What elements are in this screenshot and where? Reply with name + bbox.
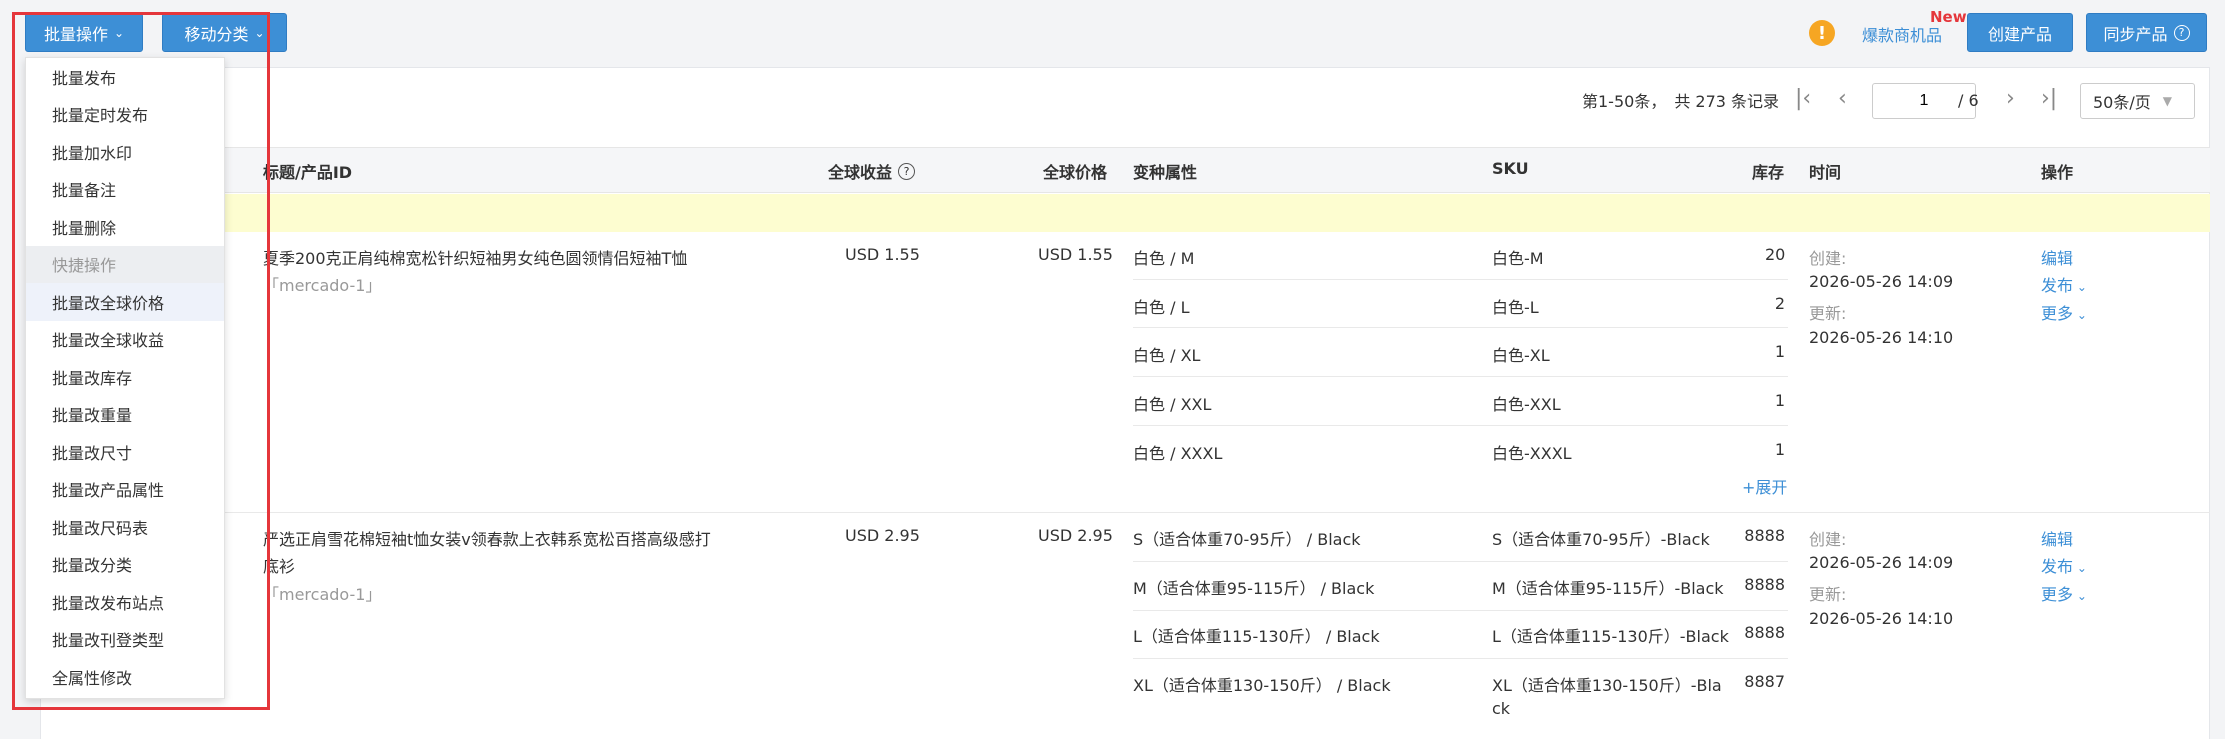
variant-attr: S（适合体重70-95斤） / Black [1133,530,1361,549]
highlight-box [12,12,270,710]
variant-divider [1133,425,1788,426]
sync-product-button[interactable]: 同步产品 ? [2086,13,2207,52]
updated-time: 2026-05-26 14:10 [1809,328,1954,347]
publish-dropdown[interactable]: 发布 ⌄ [2041,272,2087,296]
chevron-down-icon: ⌄ [2073,561,2087,575]
variant-sku: 白色-XXXL [1492,444,1572,463]
col-global-price: 全球价格 [1043,163,1108,182]
updated-time: 2026-05-26 14:10 [1809,609,1954,628]
more-label: 更多 [2041,304,2074,323]
edit-link[interactable]: 编辑 [2041,526,2073,550]
notice-row [40,194,2210,232]
new-badge: New [1930,8,1967,26]
col-actions: 操作 [2041,163,2074,182]
row-divider [40,512,2210,513]
product-store: 「mercado-1」 [263,276,382,295]
variant-stock: 1 [1774,391,1785,410]
variant-attr: M（适合体重95-115斤） / Black [1133,579,1375,598]
created-label: 创建: [1809,249,1847,268]
col-global-profit-label: 全球收益 [828,163,893,182]
total-pages: / 6 [1958,90,1979,110]
pager-range-text: 第1-50条， [1582,92,1667,111]
sync-product-label: 同步产品 [2103,24,2168,44]
caret-down-icon: ▼ [2162,94,2172,108]
variant-attr: 白色 / M [1133,249,1195,268]
help-icon: ? [2173,24,2190,41]
expand-variants-link[interactable]: +展开 [1742,474,1787,498]
page-size-value: 50条/页 [2093,93,2151,112]
col-time: 时间 [1809,163,1842,182]
variant-divider [1133,561,1788,562]
publish-label: 发布 [2041,557,2074,576]
first-page-icon[interactable]: |‹ [1795,86,1811,111]
prev-page-icon[interactable]: ‹ [1838,86,1847,111]
product-title[interactable]: 夏季200克正肩纯棉宽松针织短袖男女纯色圆领情侣短袖T恤 [263,245,687,269]
updated-label: 更新: [1809,304,1847,323]
variant-attr: 白色 / L [1133,298,1190,317]
pager-range: 第1-50条， 共 273 条记录 [1582,80,1779,120]
col-variant-attrs: 变种属性 [1133,163,1198,182]
pager-total-text: 共 273 条记录 [1674,92,1780,111]
variant-stock: 8888 [1744,575,1785,594]
variant-attr: 白色 / XXXL [1133,444,1223,463]
variant-sku: M（适合体重95-115斤）-Black [1492,579,1724,598]
variant-stock: 8887 [1744,672,1785,691]
created-time: 2026-05-26 14:09 [1809,272,1954,291]
product-profit: USD 1.55 [845,245,920,264]
variant-divider [1133,376,1788,377]
variant-attr: 白色 / XXL [1133,395,1212,414]
variant-divider [1133,610,1788,611]
variant-sku: 白色-XXL [1492,395,1561,414]
variant-sku: S（适合体重70-95斤）-Black [1492,530,1710,549]
col-stock: 库存 [1752,163,1785,182]
variant-attr: 白色 / XL [1133,346,1201,365]
create-product-button[interactable]: 创建产品 [1967,13,2073,52]
variant-sku: ck [1492,699,1511,718]
chevron-down-icon: ⌄ [2073,589,2087,603]
warning-icon[interactable]: ! [1809,20,1835,46]
product-price: USD 2.95 [1038,526,1113,545]
variant-stock: 8888 [1744,526,1785,545]
more-label: 更多 [2041,585,2074,604]
more-dropdown[interactable]: 更多 ⌄ [2041,300,2087,324]
created-label: 创建: [1809,530,1847,549]
variant-attr: XL（适合体重130-150斤） / Black [1133,676,1391,695]
variant-stock: 1 [1774,342,1785,361]
chevron-down-icon: ⌄ [2073,280,2087,294]
product-profit: USD 2.95 [845,526,920,545]
col-sku: SKU [1492,159,1529,178]
table-header [40,147,2210,193]
product-price: USD 1.55 [1038,245,1113,264]
variant-attr: L（适合体重115-130斤） / Black [1133,627,1380,646]
page-size-select[interactable]: 50条/页 ▼ [2080,83,2195,119]
variant-sku: L（适合体重115-130斤）-Black [1492,627,1729,646]
created-time: 2026-05-26 14:09 [1809,553,1954,572]
variant-sku: 白色-L [1492,298,1539,317]
variant-divider [1133,327,1788,328]
edit-link[interactable]: 编辑 [2041,245,2073,269]
create-product-label: 创建产品 [1987,24,2052,44]
help-icon[interactable]: ? [898,162,916,180]
product-store: 「mercado-1」 [263,585,382,604]
next-page-icon[interactable]: › [2006,86,2015,111]
variant-stock: 1 [1774,440,1785,459]
variant-sku: 白色-XL [1492,346,1550,365]
updated-label: 更新: [1809,585,1847,604]
chevron-down-icon: ⌄ [2073,308,2087,322]
variant-divider [1133,658,1788,659]
variant-stock: 20 [1765,245,1786,264]
more-dropdown[interactable]: 更多 ⌄ [2041,581,2087,605]
variant-sku: XL（适合体重130-150斤）-Bla [1492,676,1722,695]
publish-dropdown[interactable]: 发布 ⌄ [2041,553,2087,577]
variant-stock: 8888 [1744,623,1785,642]
last-page-icon[interactable]: ›| [2041,86,2057,111]
variant-divider [1133,279,1788,280]
col-global-profit: 全球收益 ? [828,159,916,183]
variant-sku: 白色-M [1492,249,1544,268]
col-title: 标题/产品ID [263,163,353,182]
variant-stock: 2 [1774,294,1785,313]
product-title-line[interactable]: 严选正肩雪花棉短袖t恤女装v领春款上衣韩系宽松百搭高级感打 [263,526,711,550]
publish-label: 发布 [2041,276,2074,295]
